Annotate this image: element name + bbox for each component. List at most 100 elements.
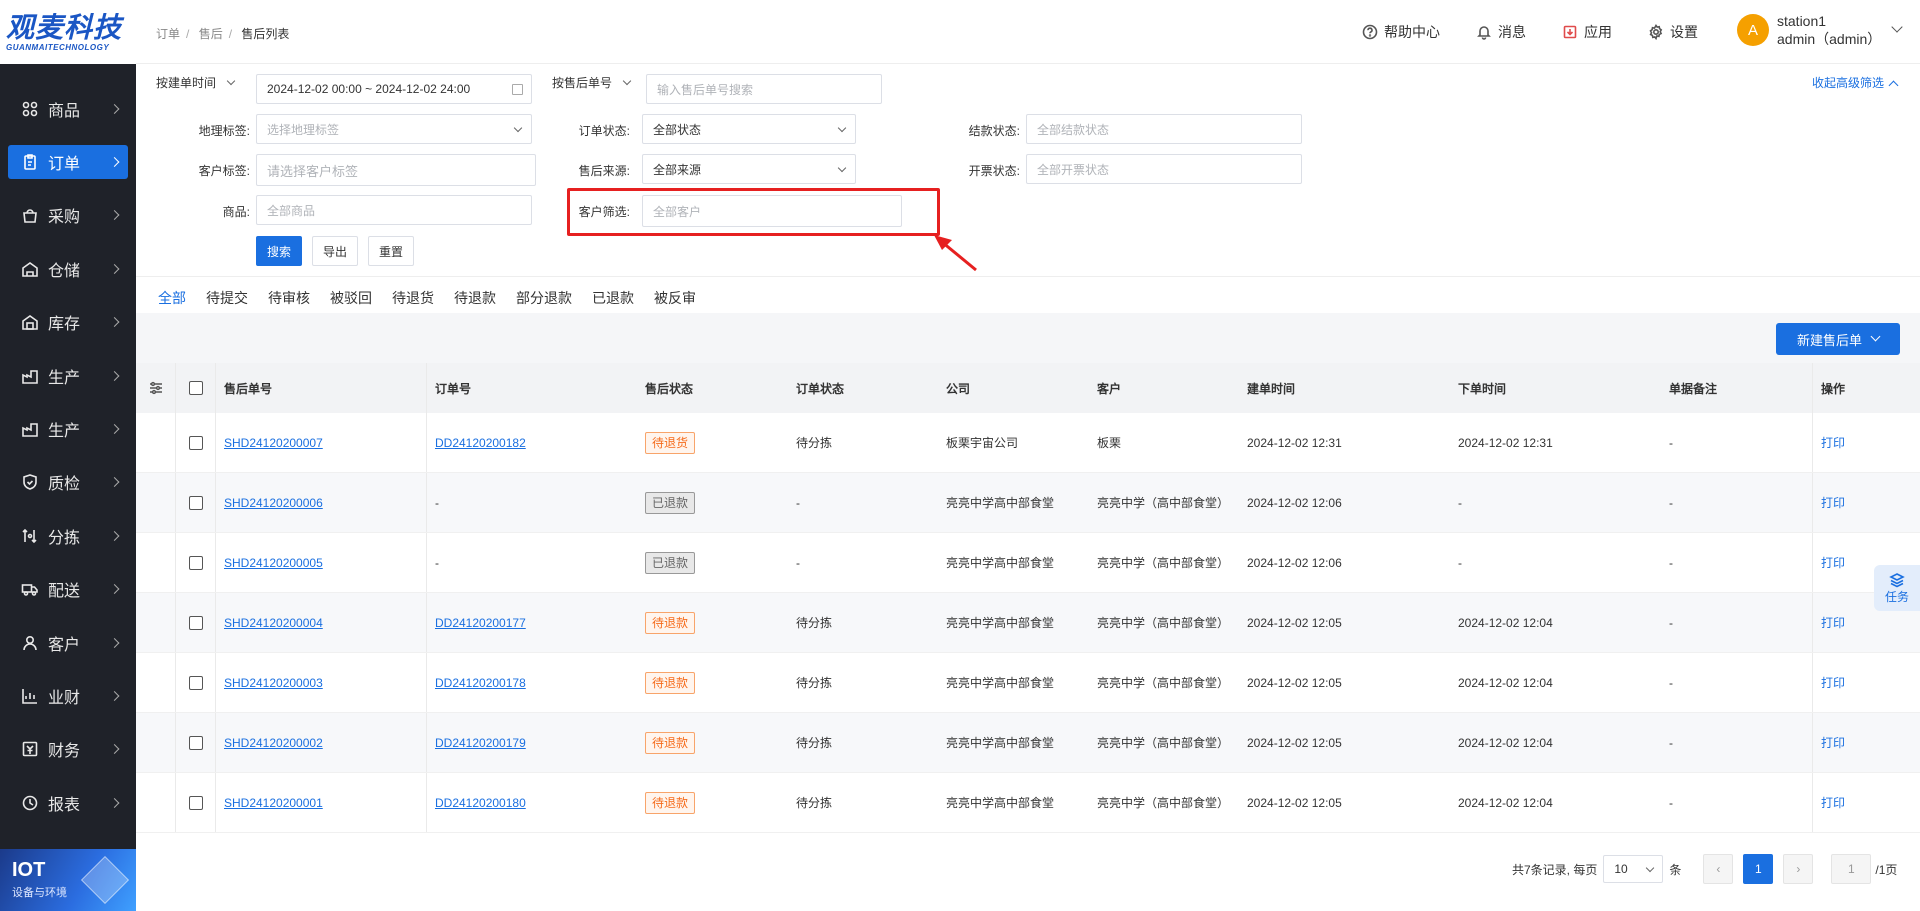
invoice-status-select[interactable]: 全部开票状态 bbox=[1026, 154, 1302, 184]
created-time: 2024-12-02 12:31 bbox=[1247, 435, 1342, 450]
next-page-button[interactable]: › bbox=[1783, 854, 1814, 884]
chevron-down-icon bbox=[837, 123, 847, 133]
goods-select[interactable]: 全部商品 bbox=[256, 195, 532, 225]
sidebar-item-1[interactable]: 订单 bbox=[8, 145, 128, 180]
new-aftersale-button[interactable]: 新建售后单 bbox=[1776, 323, 1900, 355]
sidebar-item-6[interactable]: 生产 bbox=[0, 402, 136, 455]
tab-2[interactable]: 待审核 bbox=[268, 277, 310, 314]
breadcrumb-item[interactable]: 售后 bbox=[199, 27, 223, 41]
no-type-select[interactable]: 按售后单号 bbox=[552, 74, 632, 91]
reset-button[interactable]: 重置 bbox=[368, 236, 414, 266]
aftersale-no-link[interactable]: SHD24120200006 bbox=[224, 496, 323, 510]
settings-button[interactable]: 设置 bbox=[1648, 22, 1698, 42]
sidebar-item-10[interactable]: 客户 bbox=[0, 616, 136, 669]
sidebar-item-12[interactable]: 财务 bbox=[0, 723, 136, 776]
row-checkbox[interactable] bbox=[176, 653, 216, 712]
order-no[interactable]: DD24120200182 bbox=[435, 436, 526, 450]
row-checkbox[interactable] bbox=[176, 473, 216, 532]
user-menu[interactable]: A station1 admin（admin） bbox=[1737, 12, 1903, 48]
remark: - bbox=[1661, 593, 1813, 652]
row-checkbox[interactable] bbox=[176, 713, 216, 772]
export-button[interactable]: 导出 bbox=[312, 236, 358, 266]
iot-banner[interactable]: IOT 设备与环境 bbox=[0, 849, 136, 911]
row-spacer bbox=[136, 593, 176, 652]
source-select[interactable]: 全部来源 bbox=[642, 154, 856, 184]
aftersale-no-link[interactable]: SHD24120200003 bbox=[224, 676, 323, 690]
chevron-right-icon bbox=[109, 317, 120, 328]
tab-5[interactable]: 待退款 bbox=[454, 277, 496, 314]
order-status-select[interactable]: 全部状态 bbox=[642, 114, 856, 144]
aftersale-no-link[interactable]: SHD24120200005 bbox=[224, 556, 323, 570]
tab-4[interactable]: 待退货 bbox=[392, 277, 434, 314]
sidebar-item-11[interactable]: 业财 bbox=[0, 669, 136, 722]
aftersale-no-link[interactable]: SHD24120200004 bbox=[224, 616, 323, 630]
page-size-select[interactable]: 10 bbox=[1603, 855, 1664, 883]
sidebar-item-7[interactable]: 质检 bbox=[0, 456, 136, 509]
apps-button[interactable]: 应用 bbox=[1562, 22, 1612, 42]
aftersale-no-link[interactable]: SHD24120200007 bbox=[224, 436, 323, 450]
column-settings-button[interactable] bbox=[136, 363, 176, 413]
customer: 亮亮中学（高中部食堂） bbox=[1097, 616, 1230, 630]
col-header: 客户 bbox=[1097, 381, 1122, 396]
prev-page-button[interactable]: ‹ bbox=[1703, 854, 1734, 884]
order-no[interactable]: DD24120200179 bbox=[435, 736, 526, 750]
sidebar-item-9[interactable]: 配送 bbox=[0, 563, 136, 616]
sidebar-item-0[interactable]: 商品 bbox=[0, 82, 136, 135]
task-float-button[interactable]: 任务 bbox=[1874, 565, 1920, 611]
customer-tag-select[interactable]: 请选择客户标签 bbox=[256, 154, 536, 186]
tab-3[interactable]: 被驳回 bbox=[330, 277, 372, 314]
sidebar-item-2[interactable]: 采购 bbox=[0, 189, 136, 242]
page-number[interactable]: 1 bbox=[1743, 854, 1774, 884]
sidebar-item-5[interactable]: 生产 bbox=[0, 349, 136, 402]
print-link[interactable]: 打印 bbox=[1821, 434, 1845, 451]
print-link[interactable]: 打印 bbox=[1821, 734, 1845, 751]
aftersale-no-link[interactable]: SHD24120200001 bbox=[224, 796, 323, 810]
row-checkbox[interactable] bbox=[176, 533, 216, 592]
company: 亮亮中学高中部食堂 bbox=[946, 556, 1055, 570]
logo[interactable]: 观麦科技 GUANMAITECHNOLOGY bbox=[0, 0, 136, 64]
geo-tag-select[interactable]: 选择地理标签 bbox=[256, 114, 532, 144]
tab-1[interactable]: 待提交 bbox=[206, 277, 248, 314]
order-no[interactable]: DD24120200177 bbox=[435, 616, 526, 630]
sidebar-item-label: 业财 bbox=[48, 689, 81, 707]
print-link[interactable]: 打印 bbox=[1821, 494, 1845, 511]
date-type-select[interactable]: 按建单时间 bbox=[156, 74, 236, 91]
report-icon bbox=[20, 793, 40, 813]
date-range-picker[interactable]: 2024-12-02 00:00 ~ 2024-12-02 24:00 bbox=[256, 74, 532, 104]
sidebar-item-label: 质检 bbox=[48, 476, 81, 494]
settle-status-label: 结款状态: bbox=[968, 124, 1020, 138]
table-row: SHD24120200005 - 已退款 - 亮亮中学高中部食堂 亮亮中学（高中部食堂） 2… bbox=[136, 533, 1920, 593]
messages-button[interactable]: 消息 bbox=[1476, 22, 1526, 42]
select-all-checkbox[interactable] bbox=[176, 363, 216, 413]
print-link[interactable]: 打印 bbox=[1821, 674, 1845, 691]
aftersale-no-link[interactable]: SHD24120200002 bbox=[224, 736, 323, 750]
order-no[interactable]: DD24120200180 bbox=[435, 796, 526, 810]
warehouse-icon bbox=[20, 259, 40, 279]
sidebar-item-8[interactable]: 分拣 bbox=[0, 509, 136, 562]
page-jump-input[interactable]: 1 bbox=[1831, 854, 1872, 884]
order-status: 待分拣 bbox=[796, 436, 833, 450]
search-button[interactable]: 搜索 bbox=[256, 236, 302, 266]
sidebar-item-13[interactable]: 报表 bbox=[0, 776, 136, 829]
row-checkbox[interactable] bbox=[176, 773, 216, 832]
tab-0[interactable]: 全部 bbox=[158, 277, 186, 316]
aftersale-no-input[interactable]: 输入售后单号搜索 bbox=[646, 74, 882, 104]
print-link[interactable]: 打印 bbox=[1821, 614, 1845, 631]
print-link[interactable]: 打印 bbox=[1821, 554, 1845, 571]
tab-7[interactable]: 已退款 bbox=[592, 277, 634, 314]
sidebar-item-3[interactable]: 仓储 bbox=[0, 242, 136, 295]
collapse-filter-link[interactable]: 收起高级筛选 bbox=[1812, 74, 1899, 91]
help-center-button[interactable]: 帮助中心 bbox=[1362, 22, 1440, 42]
settle-status-select[interactable]: 全部结款状态 bbox=[1026, 114, 1302, 144]
breadcrumb-item[interactable]: 订单 bbox=[156, 27, 180, 41]
sidebar-item-4[interactable]: 库存 bbox=[0, 296, 136, 349]
total-pages: /1页 bbox=[1875, 862, 1898, 877]
row-checkbox[interactable] bbox=[176, 593, 216, 652]
row-checkbox[interactable] bbox=[176, 413, 216, 472]
company: 亮亮中学高中部食堂 bbox=[946, 676, 1055, 690]
print-link[interactable]: 打印 bbox=[1821, 794, 1845, 811]
customer: 亮亮中学（高中部食堂） bbox=[1097, 796, 1230, 810]
tab-6[interactable]: 部分退款 bbox=[516, 277, 572, 314]
order-no[interactable]: DD24120200178 bbox=[435, 676, 526, 690]
tab-8[interactable]: 被反审 bbox=[654, 277, 696, 314]
